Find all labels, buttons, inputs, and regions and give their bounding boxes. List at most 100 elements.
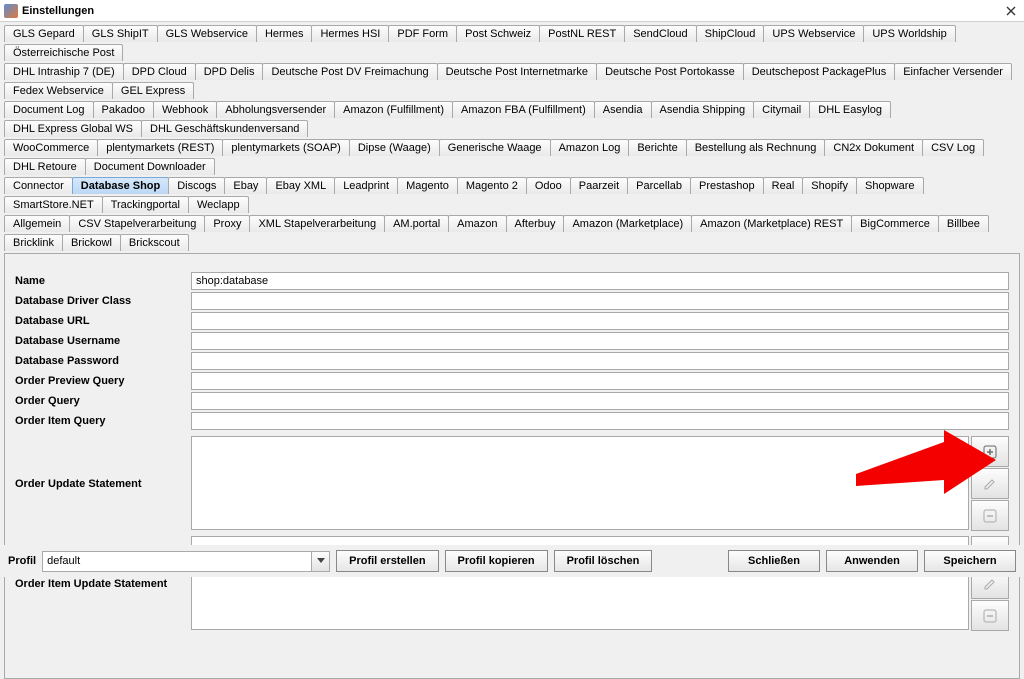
tab-am-portal[interactable]: AM.portal xyxy=(384,215,449,232)
tab-gls-webservice[interactable]: GLS Webservice xyxy=(157,25,257,42)
tab-trackingportal[interactable]: Trackingportal xyxy=(102,196,189,213)
tab-deutsche-post-dv-freimachung[interactable]: Deutsche Post DV Freimachung xyxy=(262,63,437,80)
tab-real[interactable]: Real xyxy=(763,177,804,194)
tab-allgemein[interactable]: Allgemein xyxy=(4,215,70,232)
tab-dhl-intraship-7-de-[interactable]: DHL Intraship 7 (DE) xyxy=(4,63,124,80)
tab-fedex-webservice[interactable]: Fedex Webservice xyxy=(4,82,113,99)
tab-dhl-easylog[interactable]: DHL Easylog xyxy=(809,101,891,118)
chevron-down-icon[interactable] xyxy=(311,552,329,571)
btn-profile-copy[interactable]: Profil kopieren xyxy=(445,550,548,572)
tab-dpd-cloud[interactable]: DPD Cloud xyxy=(123,63,196,80)
remove-icon[interactable] xyxy=(971,500,1009,531)
tab-woocommerce[interactable]: WooCommerce xyxy=(4,139,98,156)
tab-database-shop[interactable]: Database Shop xyxy=(72,177,169,194)
tab-proxy[interactable]: Proxy xyxy=(204,215,250,232)
input-name[interactable] xyxy=(191,272,1009,290)
tab-plentymarkets-soap-[interactable]: plentymarkets (SOAP) xyxy=(222,139,349,156)
tab-einfacher-versender[interactable]: Einfacher Versender xyxy=(894,63,1012,80)
tab-csv-log[interactable]: CSV Log xyxy=(922,139,984,156)
tab-dpd-delis[interactable]: DPD Delis xyxy=(195,63,264,80)
tab-deutsche-post-portokasse[interactable]: Deutsche Post Portokasse xyxy=(596,63,744,80)
tab-amazon[interactable]: Amazon xyxy=(448,215,506,232)
tab-brickscout[interactable]: Brickscout xyxy=(120,234,189,251)
input-url[interactable] xyxy=(191,312,1009,330)
tab-asendia-shipping[interactable]: Asendia Shipping xyxy=(651,101,755,118)
tab-pakadoo[interactable]: Pakadoo xyxy=(93,101,154,118)
tab-odoo[interactable]: Odoo xyxy=(526,177,571,194)
input-orderq[interactable] xyxy=(191,392,1009,410)
tab-gls-gepard[interactable]: GLS Gepard xyxy=(4,25,84,42)
tab-generische-waage[interactable]: Generische Waage xyxy=(439,139,551,156)
tab-weclapp[interactable]: Weclapp xyxy=(188,196,249,213)
tab-amazon-marketplace-[interactable]: Amazon (Marketplace) xyxy=(563,215,692,232)
tab-dhl-express-global-ws[interactable]: DHL Express Global WS xyxy=(4,120,142,137)
tab-deutsche-post-internetmarke[interactable]: Deutsche Post Internetmarke xyxy=(437,63,597,80)
tab-plentymarkets-rest-[interactable]: plentymarkets (REST) xyxy=(97,139,223,156)
tab-csv-stapelverarbeitung[interactable]: CSV Stapelverarbeitung xyxy=(69,215,205,232)
tab-afterbuy[interactable]: Afterbuy xyxy=(506,215,565,232)
tab-bricklink[interactable]: Bricklink xyxy=(4,234,63,251)
tab-cn2x-dokument[interactable]: CN2x Dokument xyxy=(824,139,923,156)
remove-icon[interactable] xyxy=(971,600,1009,631)
btn-profile-delete[interactable]: Profil löschen xyxy=(554,550,653,572)
tab-magento[interactable]: Magento xyxy=(397,177,458,194)
tab-amazon-fba-fulfillment-[interactable]: Amazon FBA (Fulfillment) xyxy=(452,101,595,118)
tab-sendcloud[interactable]: SendCloud xyxy=(624,25,696,42)
input-itemq[interactable] xyxy=(191,412,1009,430)
tab-dhl-retoure[interactable]: DHL Retoure xyxy=(4,158,86,175)
input-preview[interactable] xyxy=(191,372,1009,390)
add-icon[interactable] xyxy=(971,436,1009,467)
tab-bestellung-als-rechnung[interactable]: Bestellung als Rechnung xyxy=(686,139,826,156)
tab-ups-webservice[interactable]: UPS Webservice xyxy=(763,25,864,42)
tab-ebay-xml[interactable]: Ebay XML xyxy=(266,177,335,194)
tab-parcellab[interactable]: Parcellab xyxy=(627,177,691,194)
tab-ebay[interactable]: Ebay xyxy=(224,177,267,194)
tab-gel-express[interactable]: GEL Express xyxy=(112,82,194,99)
tab-amazon-marketplace-rest[interactable]: Amazon (Marketplace) REST xyxy=(691,215,852,232)
tab-berichte[interactable]: Berichte xyxy=(628,139,686,156)
input-driver[interactable] xyxy=(191,292,1009,310)
tab-paarzeit[interactable]: Paarzeit xyxy=(570,177,628,194)
tab-pdf-form[interactable]: PDF Form xyxy=(388,25,457,42)
tab-bigcommerce[interactable]: BigCommerce xyxy=(851,215,939,232)
input-pass[interactable] xyxy=(191,352,1009,370)
tab-brickowl[interactable]: Brickowl xyxy=(62,234,121,251)
tab-shopify[interactable]: Shopify xyxy=(802,177,857,194)
tab-postnl-rest[interactable]: PostNL REST xyxy=(539,25,625,42)
tab-amazon-log[interactable]: Amazon Log xyxy=(550,139,630,156)
tab-hermes[interactable]: Hermes xyxy=(256,25,313,42)
tab-ups-worldship[interactable]: UPS Worldship xyxy=(863,25,955,42)
tab-asendia[interactable]: Asendia xyxy=(594,101,652,118)
tab-xml-stapelverarbeitung[interactable]: XML Stapelverarbeitung xyxy=(249,215,385,232)
tab-shopware[interactable]: Shopware xyxy=(856,177,924,194)
tab-gls-shipit[interactable]: GLS ShipIT xyxy=(83,25,158,42)
tab-webhook[interactable]: Webhook xyxy=(153,101,217,118)
tab-smartstore-net[interactable]: SmartStore.NET xyxy=(4,196,103,213)
btn-apply[interactable]: Anwenden xyxy=(826,550,918,572)
tab-leadprint[interactable]: Leadprint xyxy=(334,177,398,194)
btn-close[interactable]: Schließen xyxy=(728,550,820,572)
tab-post-schweiz[interactable]: Post Schweiz xyxy=(456,25,540,42)
tab-amazon-fulfillment-[interactable]: Amazon (Fulfillment) xyxy=(334,101,453,118)
close-icon[interactable] xyxy=(1002,2,1020,20)
tab-hermes-hsi[interactable]: Hermes HSI xyxy=(311,25,389,42)
tab--sterreichische-post[interactable]: Österreichische Post xyxy=(4,44,123,61)
tab-abholungsversender[interactable]: Abholungsversender xyxy=(216,101,335,118)
tab-deutschepost-packageplus[interactable]: Deutschepost PackagePlus xyxy=(743,63,896,80)
tab-shipcloud[interactable]: ShipCloud xyxy=(696,25,765,42)
tab-citymail[interactable]: Citymail xyxy=(753,101,810,118)
tab-discogs[interactable]: Discogs xyxy=(168,177,225,194)
tab-document-downloader[interactable]: Document Downloader xyxy=(85,158,215,175)
tab-billbee[interactable]: Billbee xyxy=(938,215,989,232)
btn-profile-create[interactable]: Profil erstellen xyxy=(336,550,438,572)
tab-dhl-gesch-ftskundenversand[interactable]: DHL Geschäftskundenversand xyxy=(141,120,308,137)
tab-prestashop[interactable]: Prestashop xyxy=(690,177,764,194)
edit-icon[interactable] xyxy=(971,468,1009,499)
btn-save[interactable]: Speichern xyxy=(924,550,1016,572)
profile-select[interactable]: default xyxy=(42,551,330,572)
tab-magento-2[interactable]: Magento 2 xyxy=(457,177,527,194)
tab-connector[interactable]: Connector xyxy=(4,177,73,194)
input-user[interactable] xyxy=(191,332,1009,350)
tab-document-log[interactable]: Document Log xyxy=(4,101,94,118)
textarea-update-stmt[interactable] xyxy=(191,436,969,530)
